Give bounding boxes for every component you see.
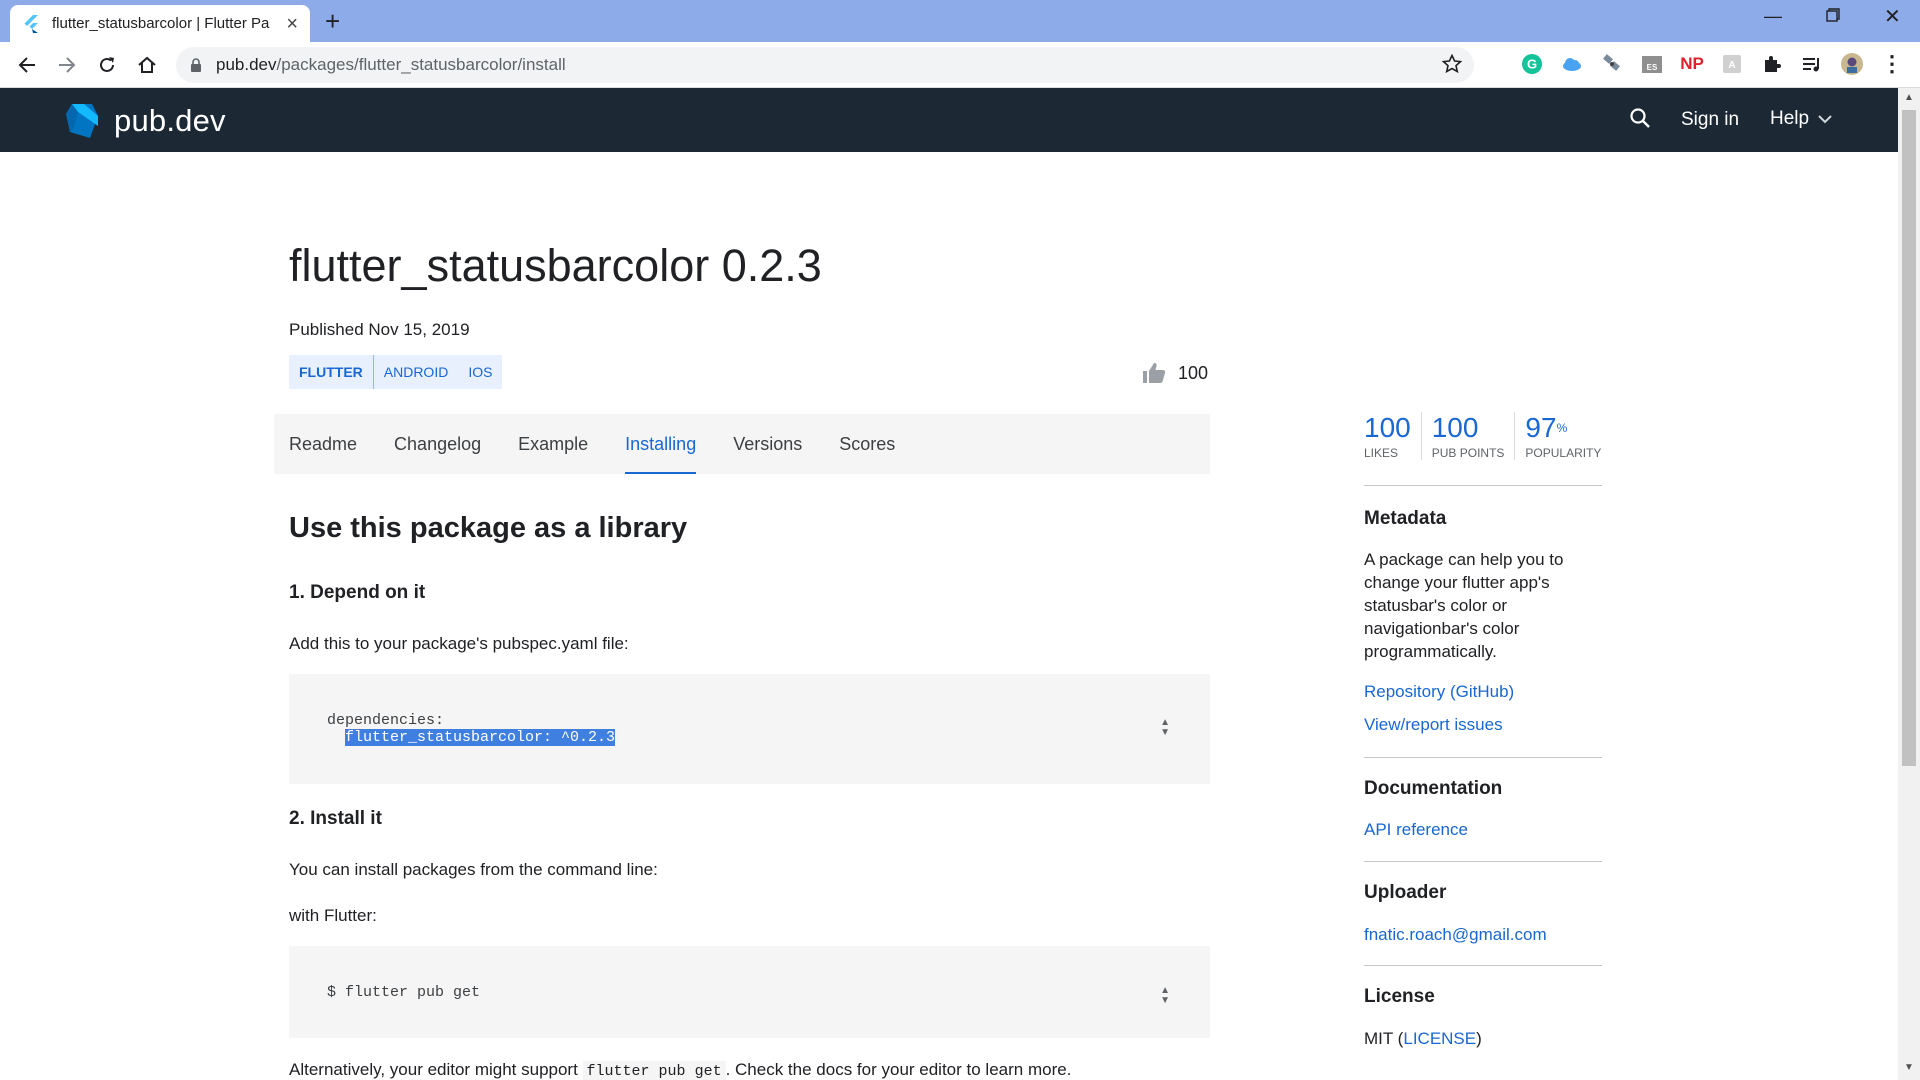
site-logo[interactable]: pub.dev (64, 102, 226, 140)
tag-ios[interactable]: IOS (458, 355, 502, 389)
stat-pub-points[interactable]: 100 PUB POINTS (1432, 412, 1516, 460)
reload-icon[interactable] (92, 50, 122, 80)
cloud-icon[interactable] (1560, 52, 1584, 76)
step2-text: You can install packages from the comman… (289, 860, 658, 879)
like-count: 100 (1178, 362, 1209, 383)
code-scroll-spinner-icon[interactable]: ▲ ▼ (1160, 718, 1170, 738)
license-heading: License (1364, 986, 1435, 1007)
selected-dependency-text[interactable]: flutter_statusbarcolor: ^0.2.3 (345, 729, 616, 746)
step2-heading: 2. Install it (289, 808, 382, 829)
step1-text: Add this to your package's pubspec.yaml … (289, 634, 629, 653)
score-stats: 100 LIKES 100 PUB POINTS 97% POPULARITY (1364, 412, 1621, 460)
uploader-email-link[interactable]: fnatic.roach@gmail.com (1364, 925, 1547, 945)
issues-link[interactable]: View/report issues (1364, 715, 1503, 735)
bookmark-star-icon[interactable] (1441, 53, 1463, 79)
package-title: flutter_statusbarcolor 0.2.3 (289, 240, 822, 291)
thumbs-up-icon (1143, 363, 1166, 383)
new-tab-icon[interactable]: + (325, 8, 340, 34)
section-heading: Use this package as a library (289, 512, 688, 544)
np-icon[interactable]: NP (1680, 52, 1704, 76)
with-flutter-label: with Flutter: (289, 906, 377, 925)
pubspec-code-block[interactable]: dependencies: flutter_statusbarcolor: ^0… (289, 674, 1210, 784)
close-window-icon[interactable]: ✕ (1884, 4, 1901, 29)
browser-tabbar: flutter_statusbarcolor | Flutter Pa × + … (0, 0, 1920, 42)
alternative-note: Alternatively, your editor might support… (289, 1060, 1072, 1080)
tab-close-icon[interactable]: × (286, 14, 298, 34)
tab-title: flutter_statusbarcolor | Flutter Pa (52, 15, 270, 32)
home-icon[interactable] (132, 50, 162, 80)
sidebar-divider (1364, 861, 1602, 862)
url-text: pub.dev/packages/flutter_statusbarcolor/… (216, 55, 566, 74)
stat-likes[interactable]: 100 LIKES (1364, 412, 1422, 460)
license-text: MIT (LICENSE) (1364, 1029, 1482, 1048)
help-label: Help (1770, 108, 1810, 129)
like-button[interactable]: 100 (1142, 362, 1208, 384)
page-scrollbar[interactable]: ▲ ▼ (1898, 88, 1920, 1080)
flutter-favicon-icon (22, 14, 40, 33)
repository-link[interactable]: Repository (GitHub) (1364, 682, 1514, 702)
published-date: Published Nov 15, 2019 (289, 320, 470, 339)
tab-readme[interactable]: Readme (289, 414, 357, 474)
platform-tags: FLUTTER ANDROID IOS (289, 355, 503, 389)
scroll-down-icon[interactable]: ▼ (1904, 1062, 1914, 1073)
dart-logo-icon (66, 104, 98, 138)
chevron-down-icon (1818, 115, 1832, 124)
es-icon[interactable]: ES (1640, 52, 1664, 76)
uploader-heading: Uploader (1364, 882, 1447, 903)
search-icon[interactable] (1628, 106, 1652, 135)
tab-example[interactable]: Example (518, 414, 588, 474)
tag-flutter[interactable]: FLUTTER (289, 355, 374, 389)
browser-tab[interactable]: flutter_statusbarcolor | Flutter Pa × (10, 5, 310, 42)
code-line-dependencies: dependencies: (327, 712, 445, 729)
scroll-up-icon[interactable]: ▲ (1904, 92, 1914, 103)
minimize-icon[interactable]: — (1764, 6, 1782, 27)
tab-changelog[interactable]: Changelog (394, 414, 481, 474)
lock-icon[interactable] (190, 57, 202, 73)
command-code-block[interactable]: $ flutter pub get ▲ ▼ (289, 946, 1210, 1038)
restore-icon[interactable] (1826, 6, 1840, 27)
satellite-icon[interactable] (1600, 52, 1624, 76)
svg-text:ES: ES (1647, 63, 1658, 72)
grammarly-icon[interactable]: G (1520, 52, 1544, 76)
api-reference-link[interactable]: API reference (1364, 820, 1468, 840)
sidebar-divider (1364, 485, 1602, 486)
package-tabs: Readme Changelog Example Installing Vers… (274, 414, 1210, 474)
svg-text:G: G (1527, 57, 1537, 72)
menu-kebab-icon[interactable]: ⋮ (1880, 51, 1904, 76)
sidebar-divider (1364, 965, 1602, 966)
tab-installing[interactable]: Installing (625, 414, 697, 474)
sidebar-divider (1364, 757, 1602, 758)
sign-in-link[interactable]: Sign in (1681, 109, 1739, 131)
playlist-icon[interactable] (1800, 52, 1824, 76)
help-menu[interactable]: Help (1770, 108, 1833, 130)
back-icon[interactable] (12, 50, 42, 80)
documentation-heading: Documentation (1364, 778, 1503, 799)
browser-toolbar: pub.dev/packages/flutter_statusbarcolor/… (0, 42, 1920, 88)
forward-icon[interactable] (52, 50, 82, 80)
code-scroll-spinner-icon[interactable]: ▲ ▼ (1160, 986, 1170, 1006)
scrollbar-thumb[interactable] (1902, 110, 1916, 766)
tag-android[interactable]: ANDROID (374, 355, 459, 389)
site-header: pub.dev Sign in Help (0, 88, 1898, 152)
tab-versions[interactable]: Versions (733, 414, 802, 474)
inline-code-pub-get: flutter pub get (582, 1061, 726, 1080)
svg-text:A: A (1728, 60, 1735, 71)
code-line-package: flutter_statusbarcolor: ^0.2.3 (345, 729, 616, 746)
profile-avatar[interactable] (1840, 52, 1864, 76)
package-description: A package can help you to change your fl… (1364, 550, 1564, 661)
license-link[interactable]: LICENSE (1403, 1029, 1476, 1048)
tab-scores[interactable]: Scores (839, 414, 895, 474)
translate-icon[interactable]: A (1720, 52, 1744, 76)
site-logo-text: pub.dev (114, 103, 226, 138)
step1-heading: 1. Depend on it (289, 582, 426, 603)
metadata-heading: Metadata (1364, 508, 1447, 529)
stat-popularity[interactable]: 97% POPULARITY (1525, 412, 1611, 460)
code-command[interactable]: $ flutter pub get (327, 984, 480, 1001)
puzzle-icon[interactable] (1760, 52, 1784, 76)
address-bar[interactable]: pub.dev/packages/flutter_statusbarcolor/… (176, 47, 1474, 83)
